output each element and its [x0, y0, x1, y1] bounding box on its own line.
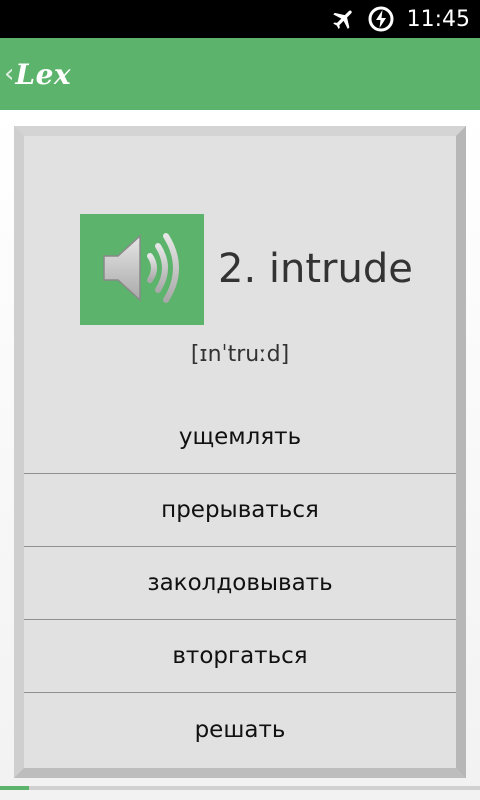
- answer-option[interactable]: ущемлять: [24, 401, 456, 474]
- word-title: 2. intrude: [218, 246, 413, 292]
- airplane-icon: [331, 6, 357, 32]
- answer-option[interactable]: заколдовывать: [24, 547, 456, 620]
- answer-options: ущемлять прерываться заколдовывать вторг…: [24, 401, 456, 766]
- progress-bar: [0, 786, 480, 790]
- status-bar: 11:45: [0, 0, 480, 38]
- chevron-left-icon[interactable]: ‹: [4, 61, 14, 87]
- play-pronunciation-button[interactable]: [80, 214, 204, 325]
- transcription: [ɪnˈtruːd]: [190, 342, 290, 367]
- word-card: 2. intrude [ɪnˈtruːd] ущемлять прерывать…: [24, 136, 456, 768]
- speaker-icon: [100, 228, 184, 312]
- answer-option[interactable]: вторгаться: [24, 620, 456, 693]
- battery-charging-icon: [367, 5, 395, 33]
- action-bar: ‹ Lex: [0, 38, 480, 110]
- app-title[interactable]: Lex: [15, 58, 71, 91]
- progress-fill: [0, 786, 29, 790]
- status-time: 11:45: [406, 6, 470, 32]
- answer-option[interactable]: прерываться: [24, 474, 456, 547]
- answer-option[interactable]: решать: [24, 693, 456, 766]
